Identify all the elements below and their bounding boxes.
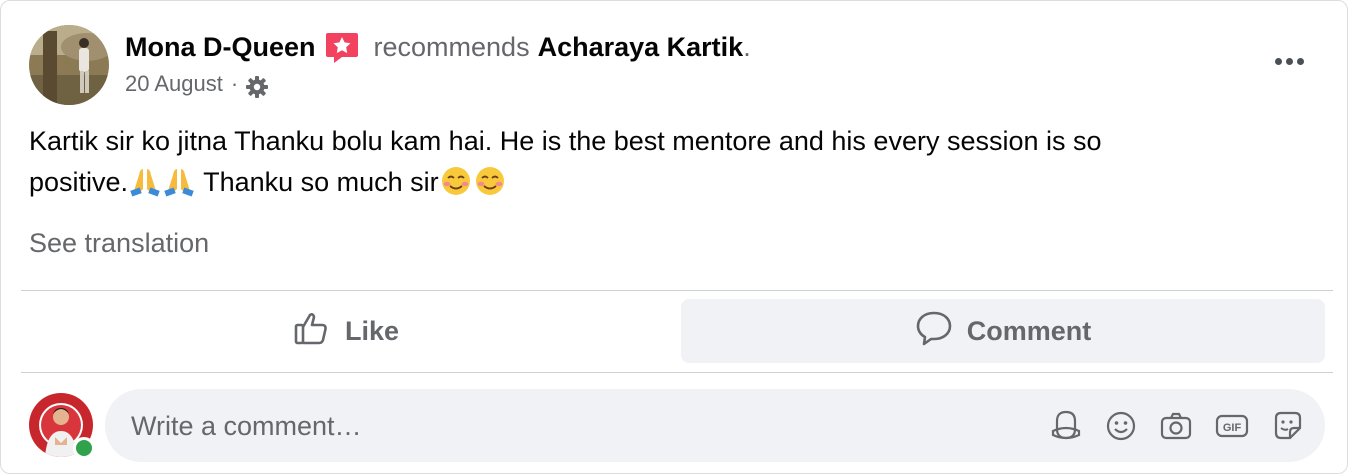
sticker-icon[interactable] — [1271, 409, 1305, 443]
comment-label: Comment — [966, 315, 1092, 346]
more-options-button[interactable] — [1267, 47, 1311, 75]
avatar-sticker-icon[interactable] — [1049, 409, 1083, 443]
comment-button[interactable]: Comment — [681, 299, 1325, 363]
post-body-line: positive. Thanku so much sir — [29, 162, 1309, 209]
more-dot-icon — [1285, 57, 1293, 65]
comment-input[interactable] — [129, 389, 1033, 464]
post-meta: 20 August · — [125, 67, 270, 101]
divider — [21, 290, 1333, 291]
recommends-text: recommends — [373, 31, 530, 62]
post-body-segment: Thanku so much sir — [196, 167, 439, 197]
post-body-segment: positive. — [29, 167, 129, 197]
smiling-face-icon — [473, 165, 507, 209]
emoji-icon[interactable] — [1104, 409, 1138, 443]
post-body: Kartik sir ko jitna Thanku bolu kam hai.… — [29, 121, 1309, 209]
thumbs-up-icon — [293, 309, 331, 354]
camera-icon[interactable] — [1159, 409, 1193, 443]
recommended-page-link[interactable]: Acharaya Kartik — [538, 32, 744, 63]
comment-bubble-icon — [915, 309, 953, 354]
recommend-icon — [324, 29, 360, 65]
gif-icon[interactable]: GIF — [1215, 409, 1249, 443]
meta-separator: · — [230, 71, 239, 96]
divider — [21, 372, 1333, 373]
post-header: Mona D-Queen recommends Acharaya Kartik … — [125, 27, 751, 67]
post-body-line: Kartik sir ko jitna Thanku bolu kam hai.… — [29, 126, 1102, 156]
like-label: Like — [344, 315, 400, 346]
post-card: Mona D-Queen recommends Acharaya Kartik … — [0, 0, 1348, 474]
author-avatar[interactable] — [29, 25, 109, 105]
header-period: . — [743, 31, 751, 62]
more-dot-icon — [1296, 57, 1304, 65]
post-date[interactable]: 20 August — [125, 71, 223, 97]
comment-composer: GIF — [105, 389, 1325, 464]
more-dot-icon — [1274, 57, 1282, 65]
folded-hands-icon — [162, 165, 196, 209]
folded-hands-icon — [128, 165, 162, 209]
smiling-face-icon — [439, 165, 473, 209]
see-translation-link[interactable]: See translation — [29, 228, 209, 259]
gear-icon[interactable] — [244, 74, 270, 100]
author-name[interactable]: Mona D-Queen — [125, 32, 316, 63]
svg-text:GIF: GIF — [1223, 422, 1242, 434]
like-button[interactable]: Like — [23, 299, 669, 363]
online-status-indicator — [73, 437, 95, 459]
